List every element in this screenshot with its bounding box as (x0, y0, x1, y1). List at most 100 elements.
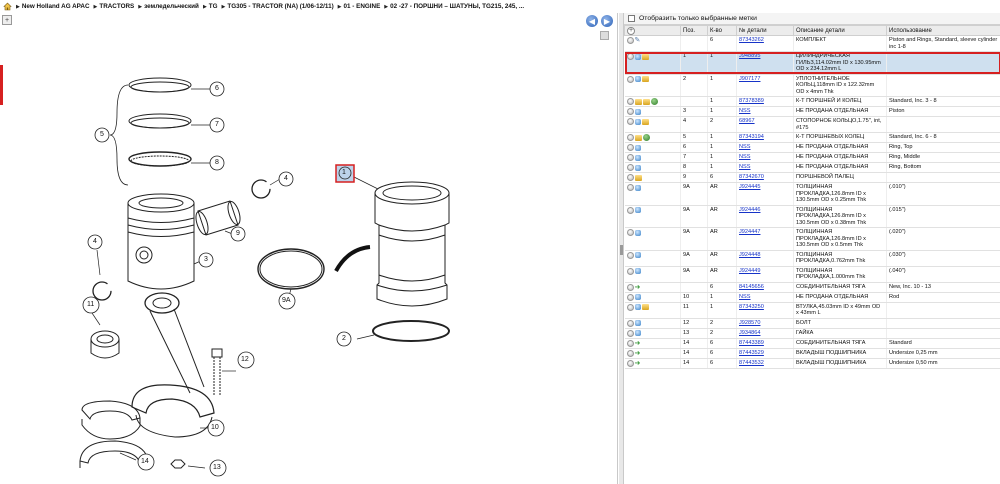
callout-4[interactable]: 4 (284, 175, 288, 182)
info-icon[interactable] (626, 108, 634, 115)
cart-icon[interactable] (634, 252, 641, 258)
callout-13[interactable]: 13 (213, 464, 221, 471)
folder-icon[interactable] (641, 304, 649, 310)
callout-8[interactable]: 8 (215, 159, 219, 166)
table-row[interactable]: 13 2 J934864 ГАЙКА (624, 328, 1000, 339)
folder-icon[interactable] (634, 98, 642, 105)
callout-7[interactable]: 7 (215, 121, 219, 128)
folder-icon[interactable] (634, 134, 642, 141)
callout-4[interactable]: 4 (93, 238, 97, 245)
callout-5[interactable]: 5 (100, 131, 104, 138)
part-number-link[interactable]: 87342670 (739, 174, 764, 180)
folder-icon[interactable] (634, 174, 642, 181)
info-icon[interactable] (626, 349, 634, 357)
table-row[interactable]: 1 1 J948895 ЦИЛИНДРИЧЕСКАЯ ГИЛЬЗ,114.02mm I… (624, 51, 1000, 75)
breadcrumb-item[interactable]: ▶ TG305 - TRACTOR (NA) (1/06-12/11) (222, 3, 334, 10)
info-icon[interactable] (626, 206, 634, 214)
part-number-link[interactable]: J934864 (739, 330, 760, 336)
folder-icon[interactable] (641, 53, 649, 60)
callout-14[interactable]: 14 (141, 458, 149, 465)
table-row[interactable]: 12 2 J928570 БОЛТ (624, 318, 1000, 329)
part-number-link[interactable]: J948895 (739, 53, 760, 59)
info-icon[interactable] (626, 37, 634, 44)
table-row[interactable]: 9 6 87342670 ПОРШНЕВОЙ ПАЛЕЦ (624, 172, 1000, 183)
replacement-arrow-icon[interactable]: ➜ (635, 360, 643, 367)
folder-icon[interactable] (642, 98, 650, 105)
info-icon[interactable] (626, 229, 634, 236)
cart-icon[interactable] (634, 268, 641, 274)
table-row[interactable]: ➜ 14 6 87443389 СОЕДИНИТЕЛЬНАЯ ТЯГА Standard (624, 338, 1000, 349)
part-number-link[interactable]: J924446 (739, 207, 760, 213)
part-number-link[interactable]: 87343262 (739, 37, 764, 43)
replacement-arrow-icon[interactable]: ➜ (635, 340, 643, 347)
part-number-link[interactable]: 87343194 (739, 134, 764, 140)
info-icon[interactable] (626, 53, 634, 60)
table-row[interactable]: 7 1 NSS НЕ ПРОДАНА ОТДЕЛЬНАЯ Ring, Middle (624, 152, 1000, 163)
replacement-arrow-icon[interactable]: ➜ (635, 350, 643, 357)
callout-9[interactable]: 9 (236, 230, 240, 237)
table-row[interactable]: 2 1 J907177 УПЛОТНИТЕЛЬНОЕ КОЛЬЦ,118mm ID x… (624, 74, 1000, 97)
info-icon[interactable] (626, 359, 634, 367)
info-icon[interactable] (626, 329, 634, 337)
table-row[interactable]: 8 1 NSS НЕ ПРОДАНА ОТДЕЛЬНАЯ Ring, Bottom (624, 162, 1000, 173)
part-number-link[interactable]: 87443389 (739, 340, 764, 346)
part-number-link[interactable]: J907177 (739, 76, 760, 82)
table-row[interactable]: ➜ 14 6 87443532 ВКЛАДЫШ ПОДШИПНИКА Undersize … (624, 358, 1000, 369)
header-desc[interactable]: Описание детали (793, 25, 887, 36)
info-icon[interactable] (626, 144, 634, 151)
cart-icon[interactable] (634, 118, 641, 125)
part-number-link[interactable]: NSS (739, 294, 751, 300)
folder-icon[interactable] (641, 118, 649, 125)
callout-6[interactable]: 6 (215, 85, 219, 92)
breadcrumb-item[interactable]: ▶ 01 - ENGINE (338, 3, 381, 10)
info-icon[interactable] (626, 164, 634, 171)
table-row[interactable]: 6 1 NSS НЕ ПРОДАНА ОТДЕЛЬНАЯ Ring, Top (624, 142, 1000, 153)
cart-icon[interactable] (634, 108, 641, 115)
cart-icon[interactable] (634, 76, 641, 82)
header-part[interactable]: № детали (736, 25, 794, 36)
part-number-link[interactable]: 87443529 (739, 350, 764, 356)
part-number-link[interactable]: NSS (739, 164, 751, 170)
callout-12[interactable]: 12 (241, 356, 249, 363)
table-row[interactable]: ➜ 14 6 87443529 ВКЛАДЫШ ПОДШИПНИКА Undersize … (624, 348, 1000, 359)
part-number-link[interactable]: J928570 (739, 320, 760, 326)
part-number-link[interactable]: NSS (739, 108, 751, 114)
breadcrumb-item[interactable]: ▶ земледельческий (138, 3, 199, 10)
info-icon[interactable] (626, 75, 634, 83)
table-row[interactable]: 9A AR J924446 ТОЛЩИННАЯ ПРОКЛАДКА,126.8mm I… (624, 205, 1000, 228)
cart-icon[interactable] (634, 184, 641, 191)
cart-icon[interactable] (634, 229, 641, 236)
info-icon[interactable] (626, 339, 634, 347)
part-number-link[interactable]: 87343250 (739, 304, 764, 310)
cart-icon[interactable] (634, 164, 641, 171)
info-icon[interactable] (626, 303, 634, 311)
replacement-arrow-icon[interactable]: ➜ (635, 284, 643, 291)
table-row[interactable]: 9A AR J924448 ТОЛЩИННАЯ ПРОКЛАДКА,0.762mm T… (624, 250, 1000, 267)
cart-icon[interactable] (634, 207, 641, 213)
info-icon[interactable] (626, 98, 634, 105)
header-pos[interactable]: Поз. (680, 25, 708, 36)
header-use[interactable]: Использование (886, 25, 1000, 36)
cart-icon[interactable] (634, 304, 641, 310)
cart-icon[interactable] (634, 154, 641, 161)
cart-icon[interactable] (634, 330, 641, 336)
info-icon[interactable] (626, 293, 634, 301)
part-number-link[interactable]: 68967 (739, 118, 755, 124)
info-icon[interactable] (626, 184, 634, 191)
home-icon[interactable] (3, 2, 12, 11)
header-qty[interactable]: К-во (707, 25, 737, 36)
info-icon[interactable] (626, 154, 634, 161)
globe-icon[interactable] (642, 134, 650, 141)
part-number-link[interactable]: 87443532 (739, 360, 764, 366)
globe-icon[interactable] (650, 98, 658, 105)
part-number-link[interactable]: NSS (739, 144, 751, 150)
table-row[interactable]: 1 87378389 К-Т ПОРШНЕЙ И КОЛЕЦ Standard, In… (624, 96, 1000, 107)
filter-label[interactable]: Отобразить только выбранные метки (639, 15, 757, 22)
callout-3[interactable]: 3 (204, 256, 208, 263)
part-number-link[interactable]: J924448 (739, 252, 760, 258)
part-number-link[interactable]: J924445 (739, 184, 760, 190)
info-icon[interactable] (626, 118, 634, 125)
table-row[interactable]: 10 1 NSS НЕ ПРОДАНА ОТДЕЛЬНАЯ Rod (624, 292, 1000, 303)
splitter-grip[interactable] (620, 245, 623, 255)
info-icon[interactable] (626, 283, 634, 291)
